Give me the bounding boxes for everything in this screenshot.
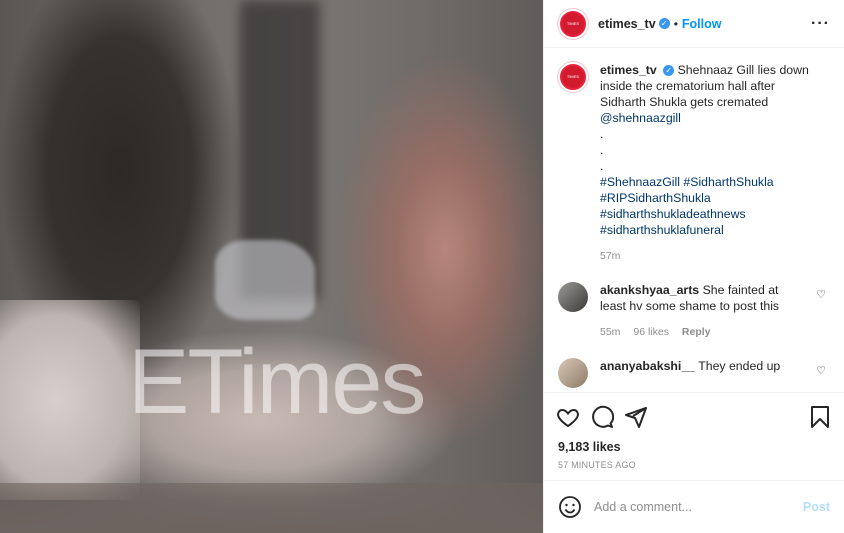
hashtag-link[interactable]: #sidharthshukladeathnews: [600, 207, 746, 221]
comment-like-icon[interactable]: ♡: [816, 364, 826, 377]
comment-meta: 55m 96 likes Reply: [600, 324, 800, 340]
comment-composer: Post: [544, 481, 844, 533]
post-sidebar: TIMES etimes_tv ✓ • Follow ··· TIMES eti…: [543, 0, 844, 533]
caption-dot: .: [600, 143, 604, 157]
comment-body: ananyabakshi__ They ended up: [600, 358, 800, 388]
hashtag-link[interactable]: #sidharthshuklafuneral: [600, 223, 724, 237]
comment-item: ananyabakshi__ They ended up ♡: [558, 358, 830, 388]
caption-text-block: etimes_tv ✓ Shehnaaz Gill lies down insi…: [600, 62, 815, 264]
caption-dot: .: [600, 127, 604, 141]
hashtag-link[interactable]: #RIPSidharthShukla: [600, 191, 711, 205]
commenter-username[interactable]: ananyabakshi__: [600, 359, 695, 373]
comments-area[interactable]: TIMES etimes_tv ✓ Shehnaaz Gill lies dow…: [544, 48, 844, 392]
share-icon[interactable]: [624, 405, 648, 429]
photo-watermark: ETimes: [128, 331, 426, 433]
emoji-icon[interactable]: [558, 495, 582, 519]
caption-username[interactable]: etimes_tv: [600, 63, 657, 77]
comment-like-icon[interactable]: ♡: [816, 288, 826, 301]
post-photo[interactable]: ETimes: [0, 0, 543, 533]
comment-input[interactable]: [594, 500, 794, 514]
like-count[interactable]: 9,183 likes: [544, 440, 844, 454]
hashtag-link[interactable]: #ShehnaazGill: [600, 175, 680, 189]
commenter-username[interactable]: akankshyaa_arts: [600, 283, 699, 297]
commenter-avatar[interactable]: [558, 358, 588, 388]
caption-avatar[interactable]: TIMES: [558, 62, 588, 92]
post-header: TIMES etimes_tv ✓ • Follow ···: [544, 0, 844, 48]
separator-dot: •: [673, 16, 678, 31]
action-bar: [544, 392, 844, 440]
post-timestamp[interactable]: 57 MINUTES AGO: [544, 454, 844, 481]
post-comment-button[interactable]: Post: [803, 500, 830, 514]
comment-likes[interactable]: 96 likes: [633, 326, 669, 338]
heart-icon[interactable]: [556, 405, 580, 429]
avatar-logo: TIMES: [562, 66, 584, 88]
caption-time[interactable]: 57m: [600, 248, 815, 264]
comment-item: akankshyaa_arts She fainted at least hv …: [558, 282, 830, 340]
verified-icon: ✓: [663, 65, 675, 77]
more-icon[interactable]: ···: [811, 15, 830, 33]
instagram-post: ETimes TIMES etimes_tv ✓ • Follow ··· TI…: [0, 0, 844, 533]
post-caption: TIMES etimes_tv ✓ Shehnaaz Gill lies dow…: [558, 62, 830, 264]
comment-body: akankshyaa_arts She fainted at least hv …: [600, 282, 800, 340]
follow-button[interactable]: Follow: [682, 17, 722, 31]
bookmark-icon[interactable]: [808, 405, 832, 429]
photo-bag-region: [215, 240, 315, 320]
comment-time[interactable]: 55m: [600, 326, 620, 338]
account-avatar[interactable]: TIMES: [558, 8, 588, 39]
commenter-avatar[interactable]: [558, 282, 588, 312]
reply-button[interactable]: Reply: [682, 326, 711, 338]
account-username[interactable]: etimes_tv: [598, 17, 656, 31]
comment-icon[interactable]: [590, 405, 614, 429]
avatar-logo: TIMES: [562, 12, 584, 35]
hashtag-link[interactable]: #SidharthShukla: [683, 175, 773, 189]
caption-mention[interactable]: @shehnaazgill: [600, 111, 681, 125]
photo-arm-region: [0, 300, 140, 500]
verified-icon: ✓: [658, 18, 670, 29]
caption-dot: .: [600, 159, 604, 173]
comment-text: They ended up: [698, 359, 781, 373]
photo-floor-region: [0, 483, 543, 533]
